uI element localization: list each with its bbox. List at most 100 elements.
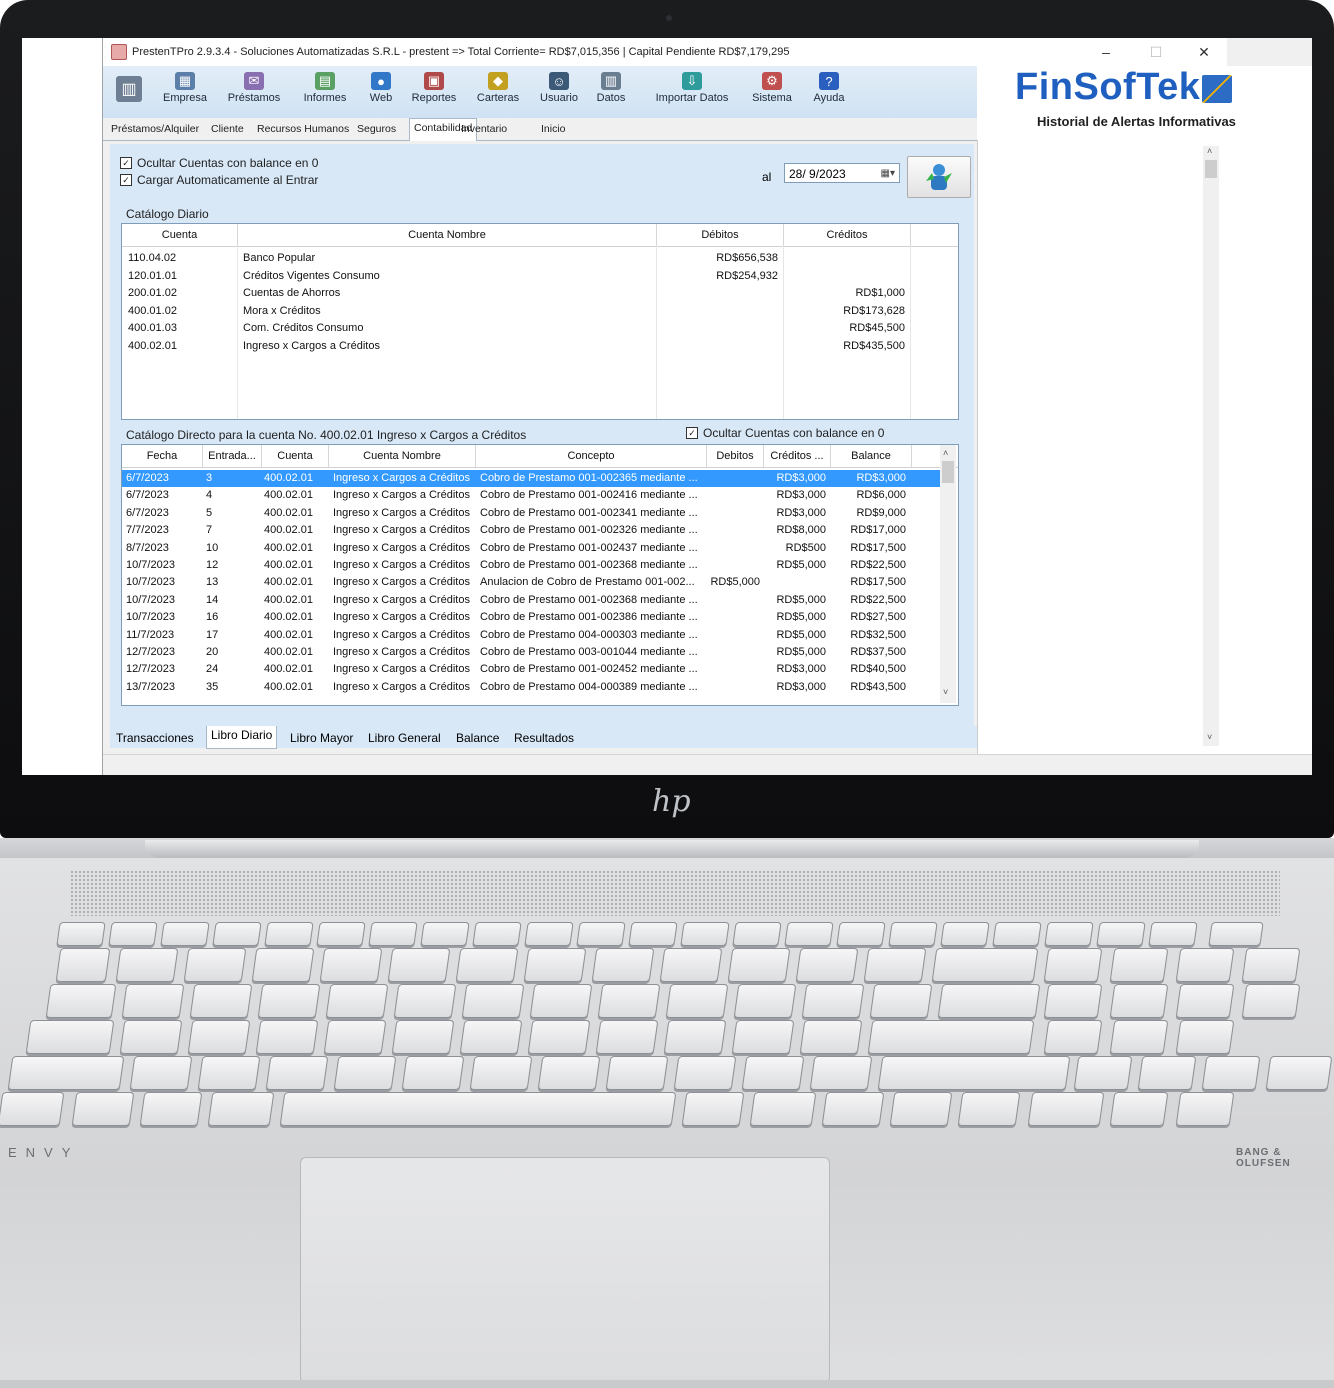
keyboard-key[interactable] xyxy=(108,922,158,946)
toolbar-sistema-button[interactable]: ⚙ Sistema xyxy=(747,70,797,114)
keyboard-key[interactable] xyxy=(821,1092,885,1126)
detail-row[interactable]: 10/7/2023 13 400.02.01 Ingreso x Cargos a C… xyxy=(122,574,940,591)
detail-header-fecha[interactable]: Fecha xyxy=(122,445,203,467)
keyboard-key[interactable] xyxy=(591,948,655,982)
ledger-tab-libro-mayor[interactable]: Libro Mayor xyxy=(286,729,357,748)
keyboard-key[interactable] xyxy=(931,948,1039,982)
catalog-header-cuenta[interactable]: Cuenta xyxy=(122,224,238,246)
date-picker[interactable]: 28/ 9/2023 ▦▾ xyxy=(784,163,900,183)
keyboard-key[interactable] xyxy=(1109,948,1169,982)
maximize-button[interactable]: ☐ xyxy=(1133,38,1179,66)
keyboard-key[interactable] xyxy=(576,922,626,946)
detail-row[interactable]: 13/7/2023 35 400.02.01 Ingreso x Cargos a C… xyxy=(122,679,940,696)
detail-row[interactable]: 6/7/2023 3 400.02.01 Ingreso x Cargos a Cré… xyxy=(122,470,940,487)
keyboard-key[interactable] xyxy=(680,922,730,946)
detail-header-entrada[interactable]: Entrada... xyxy=(203,445,262,467)
keyboard-key[interactable] xyxy=(795,948,859,982)
keyboard-key[interactable] xyxy=(1109,984,1169,1018)
keyboard-key[interactable] xyxy=(455,948,519,982)
keyboard-key[interactable] xyxy=(420,922,470,946)
keyboard-key[interactable] xyxy=(665,984,729,1018)
keyboard-key[interactable] xyxy=(1137,1056,1197,1090)
keyboard-key[interactable] xyxy=(391,1020,455,1054)
ledger-tab-libro-diario[interactable]: Libro Diario xyxy=(206,726,278,749)
panel-button[interactable]: ▥ xyxy=(109,70,149,114)
keyboard-key[interactable] xyxy=(1043,1020,1103,1054)
keyboard-key[interactable] xyxy=(1044,922,1094,946)
hide-zero-checkbox[interactable]: ✓ Ocultar Cuentas con balance en 0 xyxy=(120,156,318,170)
keyboard-key[interactable] xyxy=(1043,948,1103,982)
keyboard-key[interactable] xyxy=(836,922,886,946)
catalog-row[interactable]: 200.01.02 Cuentas de Ahorros RD$1,000 xyxy=(122,285,958,302)
keyboard-key[interactable] xyxy=(605,1056,669,1090)
keyboard-key[interactable] xyxy=(459,1020,523,1054)
scroll-up-icon[interactable]: ˄ xyxy=(943,448,948,458)
scroll-up-icon[interactable]: ˄ xyxy=(1207,146,1212,156)
catalog-row[interactable]: 120.01.01 Créditos Vigentes Consumo RD$254… xyxy=(122,268,958,285)
keyboard-key[interactable] xyxy=(401,1056,465,1090)
detail-row[interactable]: 8/7/2023 10 400.02.01 Ingreso x Cargos a Cr… xyxy=(122,540,940,557)
keyboard-key[interactable] xyxy=(121,984,185,1018)
keyboard-key[interactable] xyxy=(469,1056,533,1090)
keyboard-key[interactable] xyxy=(863,948,927,982)
detail-row[interactable]: 6/7/2023 4 400.02.01 Ingreso x Cargos a Cré… xyxy=(122,487,940,504)
keyboard-key[interactable] xyxy=(524,922,574,946)
detail-header-concepto[interactable]: Concepto xyxy=(476,445,707,467)
keyboard-key[interactable] xyxy=(1208,922,1264,946)
keyboard-key[interactable] xyxy=(784,922,834,946)
auto-load-checkbox[interactable]: ✓ Cargar Automaticamente al Entrar xyxy=(120,173,318,187)
keyboard-key[interactable] xyxy=(1027,1092,1105,1126)
module-tab-seguros[interactable]: Seguros xyxy=(353,120,400,139)
keyboard-key[interactable] xyxy=(1096,922,1146,946)
catalog-row[interactable]: 400.02.01 Ingreso x Cargos a Créditos RD$4… xyxy=(122,338,958,355)
keyboard-key[interactable] xyxy=(1109,1092,1169,1126)
detail-row[interactable]: 6/7/2023 5 400.02.01 Ingreso x Cargos a Cré… xyxy=(122,505,940,522)
keyboard-key[interactable] xyxy=(212,922,262,946)
keyboard-key[interactable] xyxy=(393,984,457,1018)
keyboard-key[interactable] xyxy=(183,948,247,982)
keyboard-key[interactable] xyxy=(160,922,210,946)
keyboard-key[interactable] xyxy=(45,984,117,1018)
keyboard-key[interactable] xyxy=(207,1092,275,1126)
detail-row[interactable]: 7/7/2023 7 400.02.01 Ingreso x Cargos a Cré… xyxy=(122,522,940,539)
detail-header-cuenta[interactable]: Cuenta xyxy=(262,445,329,467)
keyboard-key[interactable] xyxy=(55,948,111,982)
keyboard-key[interactable] xyxy=(992,922,1042,946)
toolbar-carteras-button[interactable]: ◆ Carteras xyxy=(473,70,523,114)
module-tab-inventario[interactable]: Inventario xyxy=(457,120,511,139)
keyboard-key[interactable] xyxy=(56,922,106,946)
keyboard-key[interactable] xyxy=(673,1056,737,1090)
catalog-header-debitos[interactable]: Débitos xyxy=(657,224,784,246)
keyboard-key[interactable] xyxy=(1265,1056,1333,1090)
detail-row[interactable]: 12/7/2023 24 400.02.01 Ingreso x Cargos a C… xyxy=(122,661,940,678)
keyboard-key[interactable] xyxy=(316,922,366,946)
detail-header-creditos[interactable]: Créditos ... xyxy=(764,445,831,467)
keyboard-key[interactable] xyxy=(387,948,451,982)
keyboard-key[interactable] xyxy=(257,984,321,1018)
keyboard-key[interactable] xyxy=(1175,1020,1235,1054)
catalog-header-nombre[interactable]: Cuenta Nombre xyxy=(238,224,657,246)
keyboard-key[interactable] xyxy=(265,1056,329,1090)
keyboard-key[interactable] xyxy=(333,1056,397,1090)
detail-row[interactable]: 11/7/2023 17 400.02.01 Ingreso x Cargos a C… xyxy=(122,627,940,644)
detail-row[interactable]: 10/7/2023 16 400.02.01 Ingreso x Cargos a C… xyxy=(122,609,940,626)
scroll-thumb[interactable] xyxy=(1205,160,1217,178)
keyboard-key[interactable] xyxy=(628,922,678,946)
keyboard-key[interactable] xyxy=(1043,984,1103,1018)
calendar-dropdown-icon[interactable]: ▦▾ xyxy=(881,164,895,184)
keyboard-key[interactable] xyxy=(809,1056,873,1090)
keyboard-key[interactable] xyxy=(1175,984,1235,1018)
detail-header-nombre[interactable]: Cuenta Nombre xyxy=(329,445,476,467)
keyboard-key[interactable] xyxy=(731,1020,795,1054)
keyboard-key[interactable] xyxy=(7,1056,125,1090)
module-tab-cliente[interactable]: Cliente xyxy=(207,120,248,139)
keyboard-key[interactable] xyxy=(472,922,522,946)
keyboard-key[interactable] xyxy=(529,984,593,1018)
keyboard-key[interactable] xyxy=(733,984,797,1018)
keyboard-key[interactable] xyxy=(1175,1092,1235,1126)
keyboard-key[interactable] xyxy=(957,1092,1021,1126)
keyboard-key[interactable] xyxy=(461,984,525,1018)
toolbar-web-button[interactable]: ● Web xyxy=(363,70,399,114)
keyboard-key[interactable] xyxy=(1148,922,1198,946)
keyboard-key[interactable] xyxy=(251,948,315,982)
